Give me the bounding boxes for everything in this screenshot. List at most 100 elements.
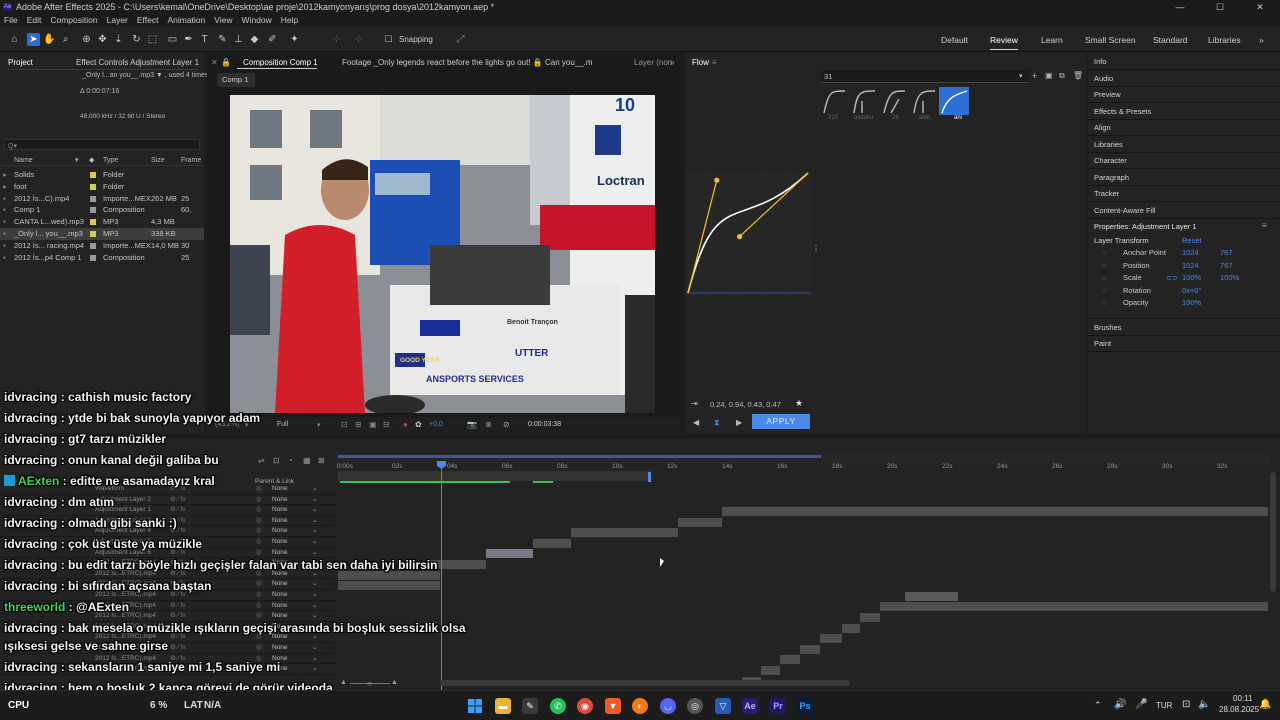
- parent-pickwhip-icon[interactable]: ◎: [256, 548, 262, 559]
- vpn-icon[interactable]: ▽: [715, 698, 731, 714]
- snap-options-icon[interactable]: ⤢: [454, 33, 467, 46]
- photoshop-taskbar-icon[interactable]: Ps: [797, 698, 813, 714]
- network-icon[interactable]: ⊡: [1182, 699, 1190, 710]
- label-color-swatch[interactable]: [90, 231, 96, 237]
- project-search-input[interactable]: Q▾: [4, 139, 200, 150]
- project-item[interactable]: ▪ _Only l... you__.mp3 MP3 338 KB: [0, 228, 204, 240]
- tab-footage[interactable]: Footage _Only legends react before the l…: [342, 58, 592, 67]
- reset-link[interactable]: Reset: [1182, 236, 1202, 245]
- column-name[interactable]: Name: [14, 157, 33, 164]
- panel-paragraph[interactable]: Paragraph: [1094, 173, 1129, 182]
- layer-switches-icon[interactable]: ⚙ ⁄ fx: [170, 643, 186, 654]
- panel-close-icon[interactable]: ✕: [211, 58, 218, 67]
- tab-flow[interactable]: Flow: [692, 58, 709, 67]
- obs-icon[interactable]: ◎: [687, 698, 703, 714]
- flow-menu-icon[interactable]: ≡: [712, 58, 717, 67]
- property-value-1[interactable]: 1024: [1182, 261, 1199, 270]
- layer-duration-bar[interactable]: [761, 666, 780, 675]
- flow-preset-field[interactable]: 31: [821, 71, 1029, 83]
- bezier-point-2[interactable]: [737, 234, 743, 240]
- folder-expand-icon[interactable]: ▸: [3, 181, 7, 193]
- project-item[interactable]: ▪ 2012 İs...p4 Comp 1 Composition 25: [0, 252, 204, 264]
- eraser-tool-icon[interactable]: ◆: [248, 33, 261, 46]
- layer-duration-bar[interactable]: [905, 591, 958, 601]
- flow-preset-ani[interactable]: ani: [954, 115, 962, 121]
- workspace-default[interactable]: Default: [941, 35, 968, 45]
- volume-icon[interactable]: 🔈: [1198, 699, 1210, 710]
- parent-pickwhip-icon[interactable]: ◎: [256, 590, 262, 601]
- panel-preview[interactable]: Preview: [1094, 90, 1121, 99]
- graph-editor-icon[interactable]: ⊠: [318, 456, 325, 465]
- zoom-out-icon[interactable]: ▲: [340, 679, 347, 686]
- project-item[interactable]: ▪ CANTA L...wed).mp3 MP3 4,3 MB: [0, 216, 204, 228]
- fast-previews-icon[interactable]: ⊡: [341, 420, 348, 429]
- label-color-swatch[interactable]: [90, 195, 96, 202]
- layer-duration-bar[interactable]: [842, 623, 860, 633]
- property-value-1[interactable]: 100%: [1182, 273, 1201, 282]
- label-tag-icon[interactable]: ◆: [89, 156, 94, 164]
- tab-composition[interactable]: Composition Comp 1: [243, 58, 318, 67]
- property-value-1[interactable]: 100%: [1182, 298, 1201, 307]
- project-item[interactable]: ▸ foot Folder: [0, 181, 204, 193]
- property-value-2[interactable]: 767: [1220, 261, 1233, 270]
- panel-align[interactable]: Align: [1094, 123, 1111, 132]
- panel-effects-presets[interactable]: Effects & Presets: [1094, 107, 1151, 116]
- column-frame[interactable]: Frame: [181, 157, 201, 164]
- minimize-button[interactable]: —: [1160, 0, 1200, 14]
- label-color-swatch[interactable]: [90, 219, 96, 226]
- resolution-arrow-icon[interactable]: ▾: [317, 421, 321, 429]
- parent-dropdown-arrow-icon[interactable]: ⌄: [312, 484, 317, 495]
- layer-duration-bar[interactable]: [571, 528, 678, 538]
- windows-start-icon[interactable]: [467, 698, 483, 714]
- trash-icon[interactable]: 🗑: [1073, 71, 1083, 80]
- layer-duration-bar[interactable]: [820, 634, 842, 644]
- zoom-tool-icon[interactable]: ⌕: [59, 33, 72, 46]
- playhead-line[interactable]: [441, 462, 442, 690]
- pan-camera-icon[interactable]: ✥: [96, 33, 109, 46]
- menu-effect[interactable]: Effect: [137, 14, 159, 27]
- menu-layer[interactable]: Layer: [107, 14, 128, 27]
- layer-switches-icon[interactable]: ⚙ ⁄ fx: [170, 601, 186, 612]
- column-type[interactable]: Type: [103, 157, 118, 164]
- label-color-swatch[interactable]: [90, 242, 96, 249]
- layer-duration-bar[interactable]: [338, 581, 440, 591]
- workspace-libraries[interactable]: Libraries: [1208, 35, 1241, 45]
- pan-behind-icon[interactable]: ⬚: [146, 33, 159, 46]
- tab-effect-controls[interactable]: Effect Controls Adjustment Layer 1: [76, 58, 199, 67]
- panel-paint[interactable]: Paint: [1094, 339, 1111, 348]
- lock-icon[interactable]: 🔒: [221, 58, 231, 67]
- parent-pickwhip-icon[interactable]: ◎: [256, 579, 262, 590]
- channel-icon[interactable]: ⊘: [503, 420, 510, 429]
- type-tool-icon[interactable]: T: [198, 33, 211, 46]
- parent-dropdown-arrow-icon[interactable]: ⌄: [312, 537, 317, 548]
- stopwatch-icon[interactable]: ◌: [1102, 298, 1106, 307]
- property-value-1[interactable]: 1024: [1182, 248, 1199, 257]
- properties-menu-icon[interactable]: ≡: [1262, 221, 1267, 230]
- property-value-2[interactable]: 767: [1220, 248, 1233, 257]
- clock-time[interactable]: 00:11: [1233, 694, 1252, 703]
- label-color-swatch[interactable]: [90, 254, 96, 261]
- show-snapshot-icon[interactable]: ⊛: [485, 420, 492, 429]
- speaker-icon[interactable]: 🔊: [1114, 699, 1126, 710]
- layer-duration-bar[interactable]: [678, 517, 722, 527]
- menu-view[interactable]: View: [214, 14, 232, 27]
- property-value-1[interactable]: 0x+0°: [1182, 286, 1201, 295]
- folder-icon[interactable]: ▣: [1045, 71, 1053, 80]
- rotate-tool-icon[interactable]: ↻: [130, 33, 143, 46]
- sort-down-icon[interactable]: ▾: [75, 156, 79, 164]
- parent-dropdown-arrow-icon[interactable]: ⌄: [312, 495, 317, 506]
- snapshot-camera-icon[interactable]: 📷: [467, 420, 477, 429]
- folder-expand-icon[interactable]: ▸: [3, 169, 7, 181]
- distribute-icon[interactable]: ⊹: [352, 33, 365, 46]
- roto-brush-icon[interactable]: ✐: [266, 33, 279, 46]
- panel-overflow-icon[interactable]: »: [670, 58, 674, 67]
- parent-dropdown-arrow-icon[interactable]: ⌄: [312, 526, 317, 537]
- label-color-swatch[interactable]: [90, 183, 96, 190]
- panel-brushes[interactable]: Brushes: [1094, 323, 1122, 332]
- color-management-icon[interactable]: ✿: [415, 420, 422, 429]
- parent-pickwhip-icon[interactable]: ◎: [256, 601, 262, 612]
- parent-pickwhip-icon[interactable]: ◎: [256, 505, 262, 516]
- layer-duration-bar[interactable]: [430, 560, 486, 569]
- language-indicator[interactable]: TUR: [1156, 701, 1172, 710]
- more-options-icon[interactable]: ⋮: [812, 244, 820, 253]
